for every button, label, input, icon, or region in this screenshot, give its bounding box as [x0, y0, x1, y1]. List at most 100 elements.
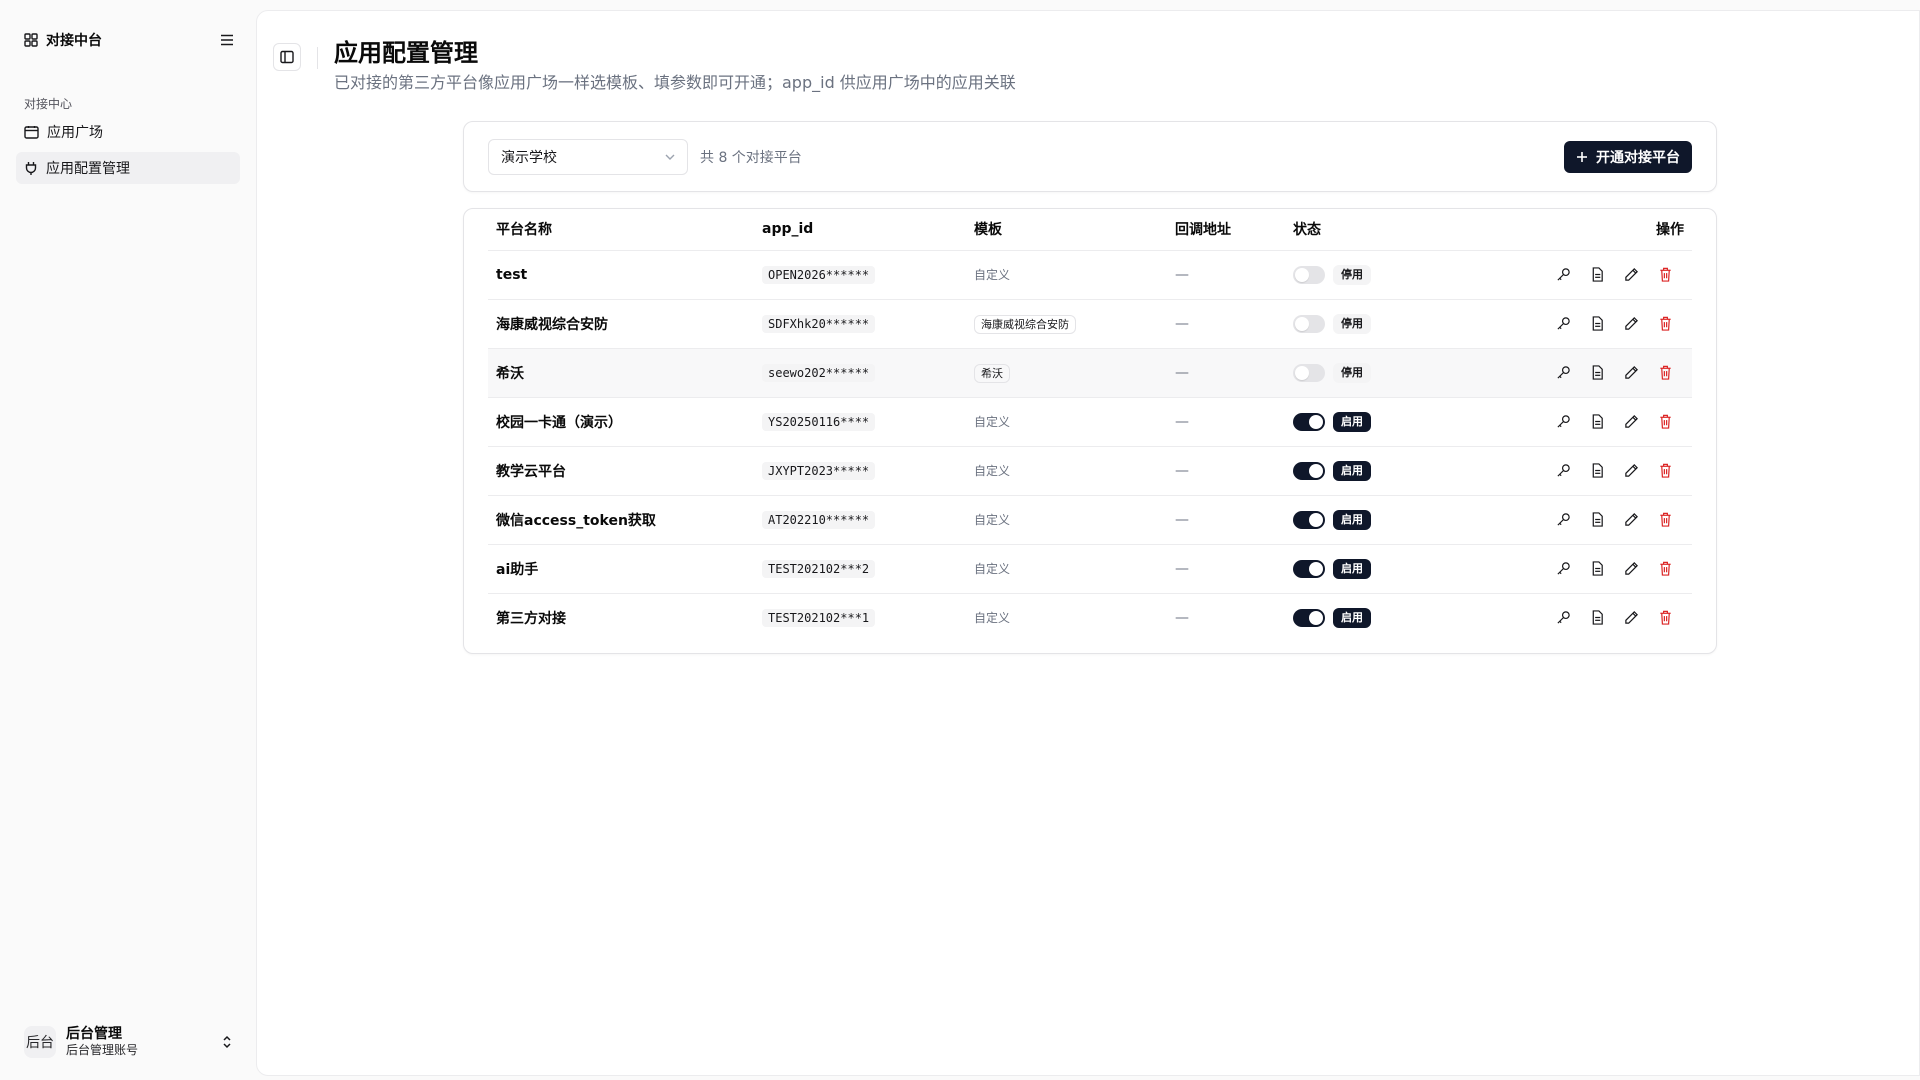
title-block: 应用配置管理 已对接的第三方平台像应用广场一样选模板、填参数即可开通；app_i… [334, 39, 1016, 93]
page-title: 应用配置管理 [334, 39, 478, 67]
table-row[interactable]: 教学云平台 JXYPT2023***** 自定义 — 启用 [488, 446, 1692, 496]
pencil-icon[interactable] [1622, 315, 1640, 333]
school-select[interactable]: 演示学校 [488, 138, 688, 175]
brand: 对接中台 [24, 30, 102, 50]
sidebar-item-label: 应用配置管理 [46, 161, 130, 177]
status-toggle[interactable] [1293, 412, 1325, 431]
status-toggle[interactable] [1293, 363, 1325, 382]
key-icon[interactable] [1554, 511, 1572, 529]
document-icon[interactable] [1588, 266, 1606, 284]
sidebar: 对接中台 对接中心 应用广场 应用配置管理 后台 后台管理 后台管理账号 [0, 0, 256, 1080]
pencil-icon[interactable] [1622, 364, 1640, 382]
key-icon[interactable] [1554, 364, 1572, 382]
sidebar-item-app-square[interactable]: 应用广场 [16, 116, 240, 148]
platform-name: ai助手 [496, 561, 539, 578]
sidebar-item-label: 应用广场 [47, 125, 103, 141]
school-select-value: 演示学校 [501, 149, 557, 166]
trash-icon[interactable] [1656, 364, 1674, 382]
trash-icon[interactable] [1656, 315, 1674, 333]
pencil-icon[interactable] [1622, 413, 1640, 431]
callback-url: — [1175, 413, 1189, 430]
sidebar-group-label: 对接中心 [24, 97, 73, 111]
callback-url: — [1175, 315, 1189, 332]
user-menu[interactable]: 后台 后台管理 后台管理账号 [16, 1018, 240, 1066]
calendar-icon [24, 125, 39, 139]
table-row[interactable]: 微信access_token获取 AT202210****** 自定义 — 启用 [488, 495, 1692, 545]
callback-url: — [1175, 364, 1189, 381]
app-id: JXYPT2023***** [762, 461, 876, 480]
pencil-icon[interactable] [1622, 560, 1640, 578]
user-subtitle: 后台管理账号 [66, 1043, 139, 1057]
status-toggle[interactable] [1293, 461, 1325, 480]
status-toggle[interactable] [1293, 314, 1325, 333]
status-cell: 启用 [1293, 460, 1457, 481]
divider [317, 47, 318, 69]
column-header: 状态 [1285, 209, 1465, 251]
status-toggle[interactable] [1293, 559, 1325, 578]
platform-name: 教学云平台 [496, 463, 566, 480]
platform-table: 平台名称 app_id 模板 回调地址 状态 操作 test OPEN2026*… [488, 209, 1692, 642]
key-icon[interactable] [1554, 609, 1572, 627]
template-label: 自定义 [974, 415, 1011, 429]
status-cell: 启用 [1293, 411, 1457, 432]
menu-icon[interactable] [220, 34, 234, 46]
user-meta: 后台管理 后台管理账号 [66, 1026, 212, 1058]
key-icon[interactable] [1554, 462, 1572, 480]
document-icon[interactable] [1588, 560, 1606, 578]
app-id: seewo202****** [762, 363, 876, 382]
trash-icon[interactable] [1656, 609, 1674, 627]
key-icon[interactable] [1554, 315, 1572, 333]
status-cell: 停用 [1293, 313, 1457, 334]
status-toggle[interactable] [1293, 510, 1325, 529]
trash-icon[interactable] [1656, 462, 1674, 480]
status-toggle[interactable] [1293, 265, 1325, 284]
platform-name: 校园一卡通（演示） [496, 414, 622, 431]
template-label: 希沃 [974, 363, 1010, 383]
document-icon[interactable] [1588, 462, 1606, 480]
app-root: 对接中台 对接中心 应用广场 应用配置管理 后台 后台管理 后台管理账号 应用配… [0, 0, 1920, 1080]
filter-card: 演示学校 共 8 个对接平台 开通对接平台 [463, 121, 1717, 192]
app-id: SDFXhk20****** [762, 314, 876, 333]
pencil-icon[interactable] [1622, 609, 1640, 627]
plug-icon [24, 161, 38, 176]
document-icon[interactable] [1588, 364, 1606, 382]
sidebar-toggle-icon [280, 50, 294, 64]
table-row[interactable]: ai助手 TEST202102***2 自定义 — 启用 [488, 544, 1692, 594]
avatar: 后台 [24, 1026, 56, 1058]
document-icon[interactable] [1588, 511, 1606, 529]
table-row[interactable]: 海康威视综合安防 SDFXhk20****** 海康威视综合安防 — 停用 [488, 299, 1692, 349]
pencil-icon[interactable] [1622, 462, 1640, 480]
callback-url: — [1175, 462, 1189, 479]
column-header: 模板 [966, 209, 1167, 251]
row-actions [1473, 266, 1684, 284]
table-row[interactable]: 第三方对接 TEST202102***1 自定义 — 启用 [488, 593, 1692, 642]
status-badge: 启用 [1333, 411, 1371, 432]
platform-name: 海康威视综合安防 [496, 316, 608, 333]
platform-table-card: 平台名称 app_id 模板 回调地址 状态 操作 test OPEN2026*… [463, 208, 1717, 654]
table-row[interactable]: 希沃 seewo202****** 希沃 — 停用 [488, 348, 1692, 398]
table-row[interactable]: test OPEN2026****** 自定义 — 停用 [488, 250, 1692, 300]
key-icon[interactable] [1554, 560, 1572, 578]
trash-icon[interactable] [1656, 511, 1674, 529]
platform-name: 第三方对接 [496, 610, 566, 627]
document-icon[interactable] [1588, 609, 1606, 627]
trash-icon[interactable] [1656, 266, 1674, 284]
template-label: 海康威视综合安防 [974, 314, 1076, 334]
toggle-sidebar-button[interactable] [273, 43, 301, 71]
key-icon[interactable] [1554, 266, 1572, 284]
key-icon[interactable] [1554, 413, 1572, 431]
table-row[interactable]: 校园一卡通（演示） YS20250116**** 自定义 — 启用 [488, 397, 1692, 447]
status-toggle[interactable] [1293, 608, 1325, 627]
pencil-icon[interactable] [1622, 511, 1640, 529]
document-icon[interactable] [1588, 315, 1606, 333]
pencil-icon[interactable] [1622, 266, 1640, 284]
grid-icon [24, 33, 38, 47]
trash-icon[interactable] [1656, 560, 1674, 578]
platform-name: 微信access_token获取 [496, 512, 656, 529]
document-icon[interactable] [1588, 413, 1606, 431]
add-platform-button[interactable]: 开通对接平台 [1564, 140, 1692, 173]
trash-icon[interactable] [1656, 413, 1674, 431]
template-label: 自定义 [974, 611, 1011, 626]
sidebar-item-app-config[interactable]: 应用配置管理 [16, 152, 240, 184]
add-platform-label: 开通对接平台 [1596, 149, 1680, 166]
